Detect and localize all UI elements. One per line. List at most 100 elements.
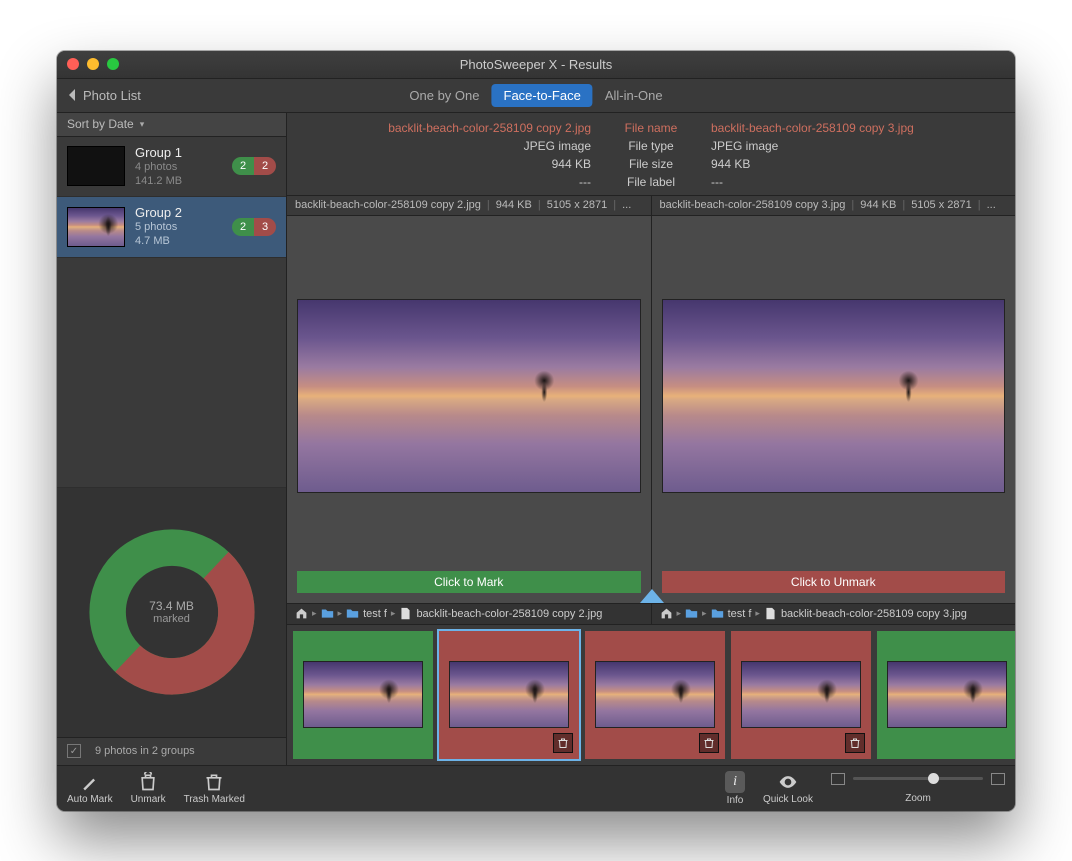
- mark-button[interactable]: Click to Mark: [297, 571, 641, 593]
- main: backlit-beach-color-258109 copy 2.jpg JP…: [287, 113, 1015, 765]
- chevron-down-icon: ▾: [140, 119, 145, 130]
- sidebar-group-1[interactable]: Group 1 4 photos 141.2 MB 2 2: [57, 137, 286, 198]
- sort-dropdown[interactable]: Sort by Date ▾: [57, 113, 286, 137]
- info-label: Info: [727, 795, 744, 806]
- trash-icon: [845, 733, 865, 753]
- quicklook-button[interactable]: Quick Look: [763, 772, 813, 805]
- thumbnail-chip[interactable]: [293, 631, 433, 759]
- traffic-lights: [67, 58, 119, 70]
- left-filename: backlit-beach-color-258109 copy 2.jpg: [297, 119, 591, 137]
- sort-label: Sort by Date: [67, 117, 134, 131]
- zoom-out-icon[interactable]: [831, 773, 845, 785]
- photo-preview: [662, 299, 1006, 493]
- photo-thumb: [449, 661, 569, 729]
- photo-thumb: [887, 661, 1007, 729]
- pane-pointer: [640, 589, 664, 603]
- group-thumb: [67, 146, 125, 186]
- meta-label-type: File type: [611, 137, 691, 155]
- automark-button[interactable]: Auto Mark: [67, 772, 113, 805]
- pane-left-dim: 5105 x 2871: [547, 199, 608, 211]
- trash-undo-icon: [137, 772, 159, 792]
- donut-value: 73.4 MB: [149, 599, 194, 613]
- group-name: Group 1: [135, 145, 222, 160]
- zoom-control: Zoom: [831, 773, 1005, 804]
- folder-icon: [321, 607, 334, 620]
- photo-thumb: [303, 661, 423, 729]
- toolbar: Photo List One by One Face-to-Face All-i…: [57, 79, 1015, 113]
- trash-icon: [553, 733, 573, 753]
- info-icon: i: [725, 771, 745, 793]
- unmark-label: Unmark: [131, 794, 166, 805]
- chevron-left-icon: [67, 88, 77, 102]
- thumbnail-chip[interactable]: [585, 631, 725, 759]
- tab-face-to-face[interactable]: Face-to-Face: [492, 84, 593, 107]
- photo-thumb: [595, 661, 715, 729]
- meta-label-name: File name: [611, 119, 691, 137]
- pane-left-size: 944 KB: [496, 199, 532, 211]
- meta-label-label: File label: [611, 173, 691, 191]
- zoom-slider[interactable]: [853, 777, 983, 780]
- group-name: Group 2: [135, 205, 222, 220]
- trash-label: Trash Marked: [184, 794, 245, 805]
- thumbnail-chip[interactable]: [877, 631, 1015, 759]
- thumbnail-strip[interactable]: [287, 625, 1015, 765]
- left-filesize: 944 KB: [297, 155, 591, 173]
- right-filename: backlit-beach-color-258109 copy 3.jpg: [711, 119, 1005, 137]
- pane-left-image[interactable]: [287, 216, 651, 571]
- wand-icon: [79, 772, 101, 792]
- right-filesize: 944 KB: [711, 155, 1005, 173]
- home-icon: [660, 607, 673, 620]
- status-text: 9 photos in 2 groups: [95, 745, 195, 757]
- back-button[interactable]: Photo List: [67, 88, 141, 103]
- badge-keep: 2: [232, 157, 254, 175]
- right-filetype: JPEG image: [711, 137, 1005, 155]
- pane-left-extra: ...: [622, 199, 631, 211]
- zoom-label: Zoom: [905, 793, 931, 804]
- sidebar-group-2[interactable]: Group 2 5 photos 4.7 MB 2 3: [57, 197, 286, 258]
- fullscreen-icon[interactable]: [107, 58, 119, 70]
- quicklook-label: Quick Look: [763, 794, 813, 805]
- zoom-in-icon[interactable]: [991, 773, 1005, 785]
- sidebar-status: ✓ 9 photos in 2 groups: [57, 737, 286, 765]
- unmark-button[interactable]: Click to Unmark: [662, 571, 1006, 593]
- close-icon[interactable]: [67, 58, 79, 70]
- pane-right-size: 944 KB: [860, 199, 896, 211]
- pane-left: backlit-beach-color-258109 copy 2.jpg| 9…: [287, 196, 652, 603]
- path-crumbs: ▸ ▸ test f▸ backlit-beach-color-258109 c…: [287, 603, 1015, 625]
- pane-right: backlit-beach-color-258109 copy 3.jpg| 9…: [652, 196, 1016, 603]
- minimize-icon[interactable]: [87, 58, 99, 70]
- pane-right-image[interactable]: [652, 216, 1016, 571]
- info-button[interactable]: i Info: [725, 771, 745, 806]
- tab-all-in-one[interactable]: All-in-One: [593, 84, 675, 107]
- window-title: PhotoSweeper X - Results: [57, 57, 1015, 72]
- group-thumb: [67, 207, 125, 247]
- folder-icon: [685, 607, 698, 620]
- checkbox-icon[interactable]: ✓: [67, 744, 81, 758]
- view-mode-tabs: One by One Face-to-Face All-in-One: [397, 84, 674, 107]
- crumb-folder: test f: [363, 608, 387, 620]
- donut-label: marked: [153, 613, 190, 625]
- eye-icon: [777, 772, 799, 792]
- pane-right-header: backlit-beach-color-258109 copy 3.jpg| 9…: [652, 196, 1016, 216]
- tab-one-by-one[interactable]: One by One: [397, 84, 491, 107]
- folder-icon: [711, 607, 724, 620]
- trash-marked-button[interactable]: Trash Marked: [184, 772, 245, 805]
- crumbs-right[interactable]: ▸ ▸ test f▸ backlit-beach-color-258109 c…: [652, 603, 1016, 625]
- file-icon: [399, 607, 412, 620]
- group-count: 5 photos: [135, 220, 222, 234]
- left-filelabel: ---: [297, 173, 591, 191]
- group-size: 141.2 MB: [135, 174, 222, 188]
- thumbnail-chip[interactable]: [731, 631, 871, 759]
- sidebar: Sort by Date ▾ Group 1 4 photos 141.2 MB…: [57, 113, 287, 765]
- unmark-button[interactable]: Unmark: [131, 772, 166, 805]
- crumb-file: backlit-beach-color-258109 copy 2.jpg: [416, 608, 602, 620]
- photo-thumb: [741, 661, 861, 729]
- body: Sort by Date ▾ Group 1 4 photos 141.2 MB…: [57, 113, 1015, 765]
- badge-marked: 2: [254, 157, 276, 175]
- pane-right-name: backlit-beach-color-258109 copy 3.jpg: [660, 199, 846, 211]
- crumbs-left[interactable]: ▸ ▸ test f▸ backlit-beach-color-258109 c…: [287, 603, 652, 625]
- app-window: PhotoSweeper X - Results Photo List One …: [57, 51, 1015, 811]
- thumbnail-chip[interactable]: [439, 631, 579, 759]
- right-filelabel: ---: [711, 173, 1005, 191]
- bottom-toolbar: Auto Mark Unmark Trash Marked i Info Qui…: [57, 765, 1015, 811]
